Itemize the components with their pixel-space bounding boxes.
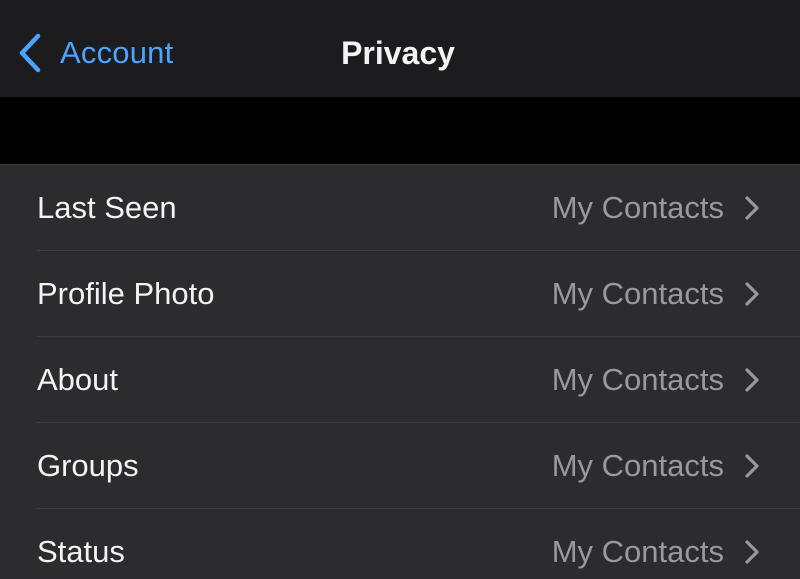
row-groups[interactable]: Groups My Contacts (0, 423, 800, 509)
row-last-seen[interactable]: Last Seen My Contacts (0, 165, 800, 251)
row-profile-photo[interactable]: Profile Photo My Contacts (0, 251, 800, 337)
chevron-left-icon (18, 33, 42, 73)
row-label: Profile Photo (37, 276, 215, 311)
privacy-screen: Account Privacy Last Seen My Contacts Pr… (0, 0, 800, 579)
page-title-text: Privacy (341, 35, 455, 71)
back-label: Account (60, 35, 174, 70)
row-value: My Contacts (551, 362, 724, 397)
section-spacer (0, 97, 800, 164)
row-label: Status (37, 534, 125, 569)
row-value: My Contacts (551, 534, 724, 569)
row-status[interactable]: Status My Contacts (0, 509, 800, 579)
chevron-right-icon (742, 367, 762, 393)
chevron-right-icon (742, 453, 762, 479)
row-label: Last Seen (37, 190, 177, 225)
row-label: Groups (37, 448, 139, 483)
navigation-bar: Account Privacy (0, 0, 800, 97)
row-value: My Contacts (551, 190, 724, 225)
back-button[interactable]: Account (18, 30, 173, 76)
privacy-settings-list: Last Seen My Contacts Profile Photo My C… (0, 164, 800, 579)
chevron-right-icon (742, 195, 762, 221)
chevron-right-icon (742, 539, 762, 565)
chevron-right-icon (742, 281, 762, 307)
row-value: My Contacts (551, 276, 724, 311)
row-about[interactable]: About My Contacts (0, 337, 800, 423)
row-value: My Contacts (551, 448, 724, 483)
row-label: About (37, 362, 119, 397)
